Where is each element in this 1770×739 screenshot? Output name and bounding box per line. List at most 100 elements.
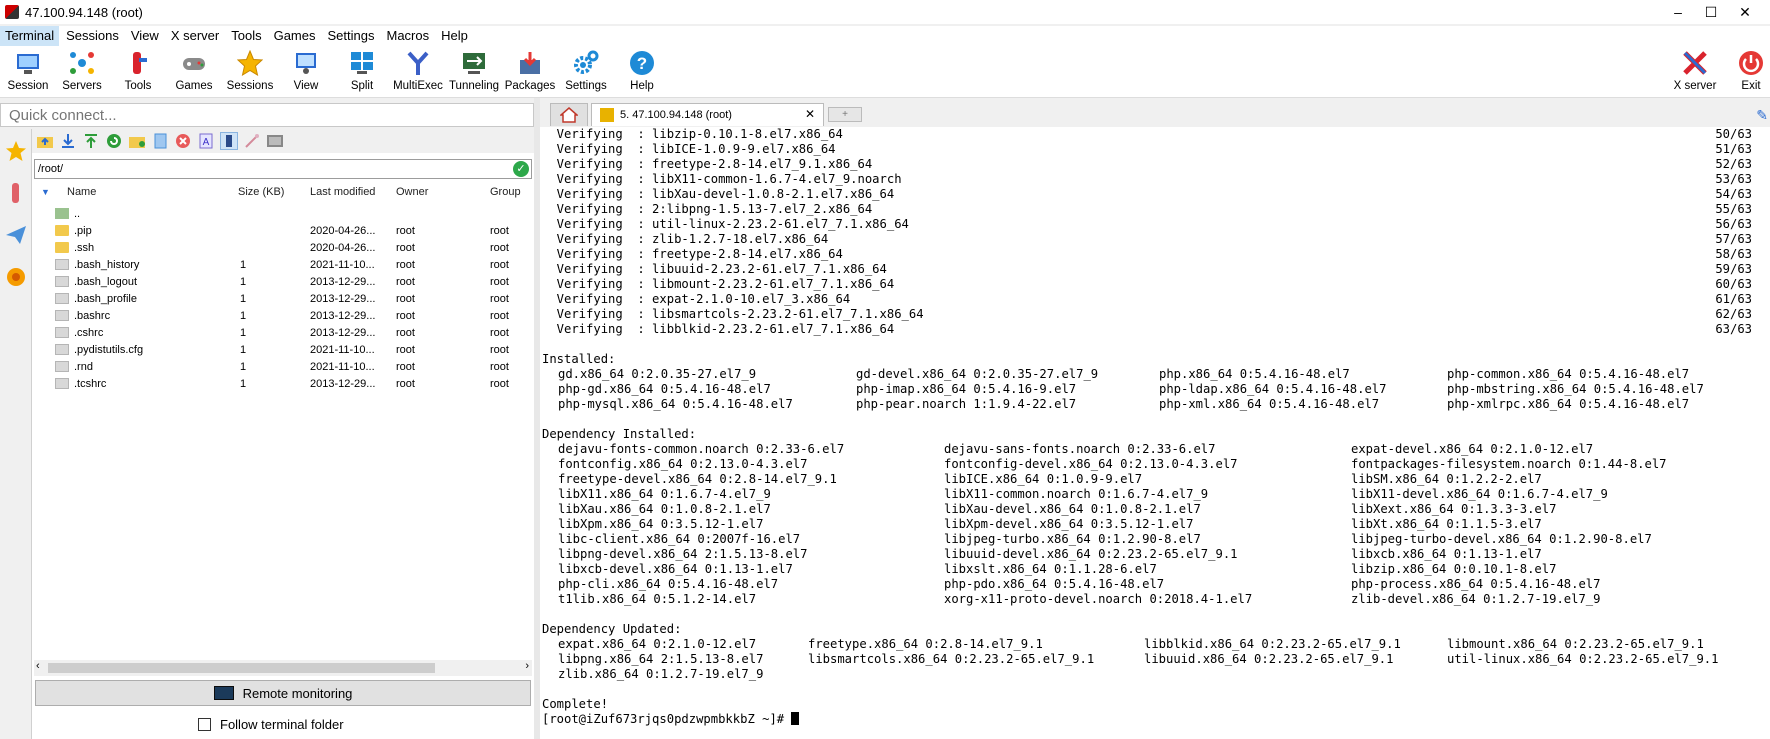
new-tab-button[interactable]: +	[828, 107, 862, 122]
settings-button[interactable]: Settings	[558, 48, 614, 92]
verify-line: Verifying : freetype-2.8-14.el7.x86_64	[542, 247, 843, 261]
games-button[interactable]: Games	[166, 48, 222, 92]
close-tab-icon[interactable]: ✕	[805, 107, 815, 121]
close-window-button[interactable]: ✕	[1722, 0, 1768, 24]
file-list-header: ▼ Name Size (KB) Last modified Owner Gro…	[32, 181, 534, 203]
complete-line: Complete!	[542, 697, 609, 711]
file-row[interactable]: .ssh 2020-04-26... root root	[32, 239, 534, 256]
tools-side-tab[interactable]	[1, 173, 31, 213]
file-row[interactable]: .bashrc 1 2013-12-29... root root	[32, 307, 534, 324]
rename-icon[interactable]: A	[197, 132, 215, 150]
menu-terminal[interactable]: Terminal	[0, 26, 60, 46]
file-icon	[55, 293, 69, 304]
file-group: root	[490, 258, 509, 271]
file-name: .ssh	[74, 241, 95, 254]
view-button[interactable]: View	[278, 48, 334, 92]
session-button[interactable]: Session	[0, 48, 56, 92]
menu-x-server[interactable]: X server	[166, 26, 224, 46]
file-row[interactable]: .bash_profile 1 2013-12-29... root root	[32, 290, 534, 307]
package-item: libsmartcols.x86_64 0:2.23.2-65.el7_9.1	[808, 652, 1095, 666]
column-owner[interactable]: Owner	[396, 186, 428, 198]
file-row[interactable]: .rnd 1 2021-11-10... root root	[32, 358, 534, 375]
follow-terminal-folder[interactable]: Follow terminal folder	[198, 717, 344, 732]
packages-button[interactable]: Packages	[502, 48, 558, 92]
package-item: expat-devel.x86_64 0:2.1.0-12.el7	[1351, 442, 1594, 456]
new-folder-icon[interactable]	[128, 132, 146, 150]
tools-button[interactable]: Tools	[110, 48, 166, 92]
file-name: .bashrc	[74, 309, 111, 322]
follow-terminal-checkbox[interactable]	[198, 718, 211, 731]
package-item: dejavu-sans-fonts.noarch 0:2.33-6.el7	[944, 442, 1216, 456]
delete-icon[interactable]	[174, 132, 192, 150]
quick-connect-input[interactable]	[1, 104, 533, 126]
path-input[interactable]	[35, 160, 495, 178]
split-button[interactable]: Split	[334, 48, 390, 92]
file-row[interactable]: .bash_history 1 2021-11-10... root root	[32, 256, 534, 273]
file-row[interactable]: .tcshrc 1 2013-12-29... root root	[32, 375, 534, 392]
exit-button[interactable]: Exit	[1724, 48, 1770, 92]
packages-label: Packages	[504, 80, 556, 92]
sessions-side-tab[interactable]	[1, 131, 31, 171]
x-server-button[interactable]: X server	[1667, 48, 1723, 92]
servers-button[interactable]: Servers	[54, 48, 110, 92]
file-row[interactable]: .cshrc 1 2013-12-29... root root	[32, 324, 534, 341]
column-size[interactable]: Size (KB)	[238, 186, 284, 198]
file-name: ..	[74, 207, 81, 220]
go-check-icon[interactable]: ✓	[513, 161, 529, 177]
package-item: libXau.x86_64 0:1.0.8-2.1.el7	[558, 502, 771, 516]
file-row[interactable]: .bash_logout 1 2013-12-29... root root	[32, 273, 534, 290]
menu-tools[interactable]: Tools	[226, 26, 266, 46]
menu-macros[interactable]: Macros	[381, 26, 434, 46]
menu-help[interactable]: Help	[436, 26, 473, 46]
verify-line: Verifying : util-linux-2.23.2-61.el7_7.1…	[542, 217, 909, 231]
scroll-right-icon[interactable]: ›	[525, 660, 529, 672]
package-item: freetype.x86_64 0:2.8-14.el7_9.1	[808, 637, 1043, 651]
file-row[interactable]: .pip 2020-04-26... root root	[32, 222, 534, 239]
file-row[interactable]: ..	[32, 205, 534, 222]
menu-sessions[interactable]: Sessions	[61, 26, 124, 46]
wand-icon[interactable]	[243, 132, 261, 150]
svg-text:A: A	[203, 137, 210, 148]
remote-monitoring-button[interactable]: Remote monitoring	[35, 680, 531, 706]
menu-bar: Terminal Sessions View X server Tools Ga…	[0, 26, 1770, 46]
terminal-icon[interactable]	[266, 132, 284, 150]
download-icon[interactable]	[59, 132, 77, 150]
verify-count: 52/63	[1715, 157, 1752, 171]
macros-side-tab[interactable]	[1, 215, 31, 255]
sftp-side-tab[interactable]	[1, 257, 31, 297]
multiexec-button[interactable]: MultiExec	[390, 48, 446, 92]
terminal-output[interactable]: Verifying : libzip-0.10.1-8.el7.x86_64 50…	[540, 127, 1770, 739]
quick-connect-box[interactable]	[0, 103, 534, 127]
scrollbar-thumb[interactable]	[48, 663, 435, 673]
file-size: 1	[240, 275, 247, 288]
home-tab[interactable]	[550, 103, 588, 126]
refresh-icon[interactable]	[105, 132, 123, 150]
menu-settings[interactable]: Settings	[323, 26, 380, 46]
package-item: libX11-common.noarch 0:1.6.7-4.el7_9	[944, 487, 1209, 501]
menu-games[interactable]: Games	[269, 26, 321, 46]
column-group[interactable]: Group	[490, 186, 521, 198]
sort-chevron-icon[interactable]: ▼	[41, 187, 50, 197]
upload-icon[interactable]	[82, 132, 100, 150]
star-icon	[236, 49, 264, 77]
file-owner: root	[396, 292, 415, 305]
parent-folder-icon[interactable]	[36, 132, 54, 150]
permissions-icon[interactable]	[220, 132, 238, 150]
sessions-button[interactable]: Sessions	[222, 48, 278, 92]
new-file-icon[interactable]	[151, 132, 169, 150]
package-item: php-pear.noarch 1:1.9.4-22.el7	[856, 397, 1077, 411]
tunneling-button[interactable]: Tunneling	[446, 48, 502, 92]
file-owner: root	[396, 309, 415, 322]
paperclip-icon[interactable]: ✎	[1756, 107, 1768, 124]
verify-line: Verifying : libblkid-2.23.2-61.el7_7.1.x…	[542, 322, 895, 336]
package-item: libblkid.x86_64 0:2.23.2-65.el7_9.1	[1144, 637, 1401, 651]
scroll-left-icon[interactable]: ‹	[36, 660, 40, 672]
menu-view[interactable]: View	[126, 26, 164, 46]
file-row[interactable]: .pydistutils.cfg 1 2021-11-10... root root	[32, 341, 534, 358]
package-item: php-cli.x86_64 0:5.4.16-48.el7	[558, 577, 779, 591]
help-button[interactable]: ? Help	[614, 48, 670, 92]
horizontal-scrollbar[interactable]: ‹ ›	[34, 660, 532, 676]
column-modified[interactable]: Last modified	[310, 186, 375, 198]
column-name[interactable]: Name	[67, 186, 96, 198]
session-tab[interactable]: 5. 47.100.94.148 (root) ✕	[591, 103, 824, 126]
